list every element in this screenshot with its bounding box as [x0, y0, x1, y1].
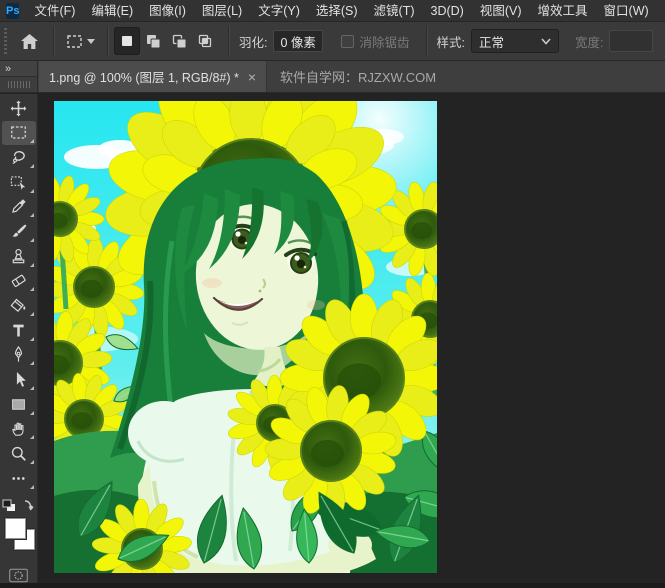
menu-item-plugins[interactable]: 增效工具: [530, 0, 596, 22]
menu-item-window[interactable]: 窗口(W): [596, 0, 657, 22]
canvas-artwork: [54, 101, 437, 573]
separator: [53, 26, 54, 56]
menu-item-select[interactable]: 选择(S): [308, 0, 366, 22]
color-swatches: [3, 517, 35, 558]
marquee-preset-icon: [66, 33, 83, 50]
lasso-tool[interactable]: [2, 145, 36, 170]
separator: [425, 26, 427, 56]
menu-bar: Ps 文件(F) 编辑(E) 图像(I) 图层(L) 文字(Y) 选择(S) 滤镜(T) 3D…: [0, 0, 665, 22]
style-select[interactable]: 正常: [470, 29, 559, 53]
tools-panel-header: »: [0, 61, 38, 92]
intersect-selection-button[interactable]: [192, 27, 218, 55]
swap-colors-icon[interactable]: [20, 499, 35, 512]
menu-items: 文件(F) 编辑(E) 图像(I) 图层(L) 文字(Y) 选择(S) 滤镜(T) 3D(D)…: [26, 0, 665, 22]
options-bar: 羽化: 0 像素 消除锯齿 样式: 正常 宽度:: [0, 22, 665, 61]
edit-toolbar[interactable]: [2, 466, 36, 491]
eraser-tool[interactable]: [2, 269, 36, 294]
photoshop-logo: Ps: [6, 2, 20, 19]
close-icon[interactable]: ×: [248, 70, 256, 84]
puff-sleeve: [128, 401, 200, 465]
hand-tool[interactable]: [2, 417, 36, 442]
document-tab[interactable]: 1.png @ 100% (图层 1, RGB/8#) * ×: [39, 61, 268, 92]
chevron-down-icon: [541, 37, 551, 45]
object-selection-tool[interactable]: [2, 170, 36, 195]
canvas-document[interactable]: [54, 101, 437, 573]
zoom-tool[interactable]: [2, 441, 36, 466]
feather-value: 0 像素: [280, 35, 316, 50]
paint-bucket-tool[interactable]: [2, 293, 36, 318]
window-bottom-edge: [0, 583, 665, 588]
options-bar-grip[interactable]: [3, 28, 8, 54]
rectangular-marquee-tool[interactable]: [1, 120, 36, 146]
document-tab-title: 1.png @ 100% (图层 1, RGB/8#) *: [49, 71, 239, 85]
eyedropper-tool[interactable]: [2, 195, 36, 220]
feather-input[interactable]: 0 像素: [273, 30, 324, 52]
clone-stamp-tool[interactable]: [2, 244, 36, 269]
foreground-color-swatch[interactable]: [4, 517, 26, 539]
workspace: [38, 94, 665, 588]
feather-label: 羽化:: [239, 35, 268, 50]
menu-item-type[interactable]: 文字(Y): [250, 0, 308, 22]
separator: [228, 26, 229, 56]
antialias-checkbox[interactable]: [341, 34, 355, 48]
tab-bar-caption: 软件自学网：RJZXW.COM: [280, 70, 437, 85]
brush-tool[interactable]: [2, 219, 36, 244]
default-colors-icon[interactable]: [2, 499, 16, 512]
main-area: [0, 94, 665, 588]
menu-item-layer[interactable]: 图层(L): [194, 0, 250, 22]
style-label: 样式:: [436, 35, 465, 50]
path-selection-tool[interactable]: [2, 367, 36, 392]
move-tool[interactable]: [2, 96, 36, 121]
antialias-label: 消除锯齿: [359, 35, 410, 50]
chevron-down-icon: [87, 38, 95, 44]
rectangle-tool[interactable]: [2, 392, 36, 417]
pen-tool[interactable]: [2, 343, 36, 368]
menu-item-edit[interactable]: 编辑(E): [83, 0, 141, 22]
document-tab-bar: » 1.png @ 100% (图层 1, RGB/8#) * × 软件自学网：…: [0, 61, 665, 93]
width-input: [609, 30, 654, 52]
menu-item-filter[interactable]: 滤镜(T): [366, 0, 423, 22]
home-icon: [20, 33, 39, 50]
panel-expand-button[interactable]: »: [0, 61, 37, 77]
style-value: 正常: [478, 35, 504, 50]
subtract-from-selection-button[interactable]: [166, 27, 192, 55]
width-label: 宽度:: [574, 35, 604, 50]
menu-item-3d[interactable]: 3D(D): [423, 0, 472, 22]
tools-panel: [0, 94, 38, 588]
tool-preset-picker[interactable]: [60, 26, 101, 56]
menu-item-image[interactable]: 图像(I): [141, 0, 194, 22]
panel-grip[interactable]: [0, 77, 37, 92]
home-button[interactable]: [12, 26, 47, 56]
separator: [107, 26, 108, 56]
menu-item-help[interactable]: 帮助(H): [657, 0, 665, 22]
double-chevron-icon: »: [5, 62, 11, 75]
new-selection-button[interactable]: [114, 27, 140, 55]
menu-item-file[interactable]: 文件(F): [26, 0, 83, 22]
type-tool[interactable]: [2, 318, 36, 343]
add-to-selection-button[interactable]: [140, 27, 166, 55]
menu-item-view[interactable]: 视图(V): [472, 0, 530, 22]
